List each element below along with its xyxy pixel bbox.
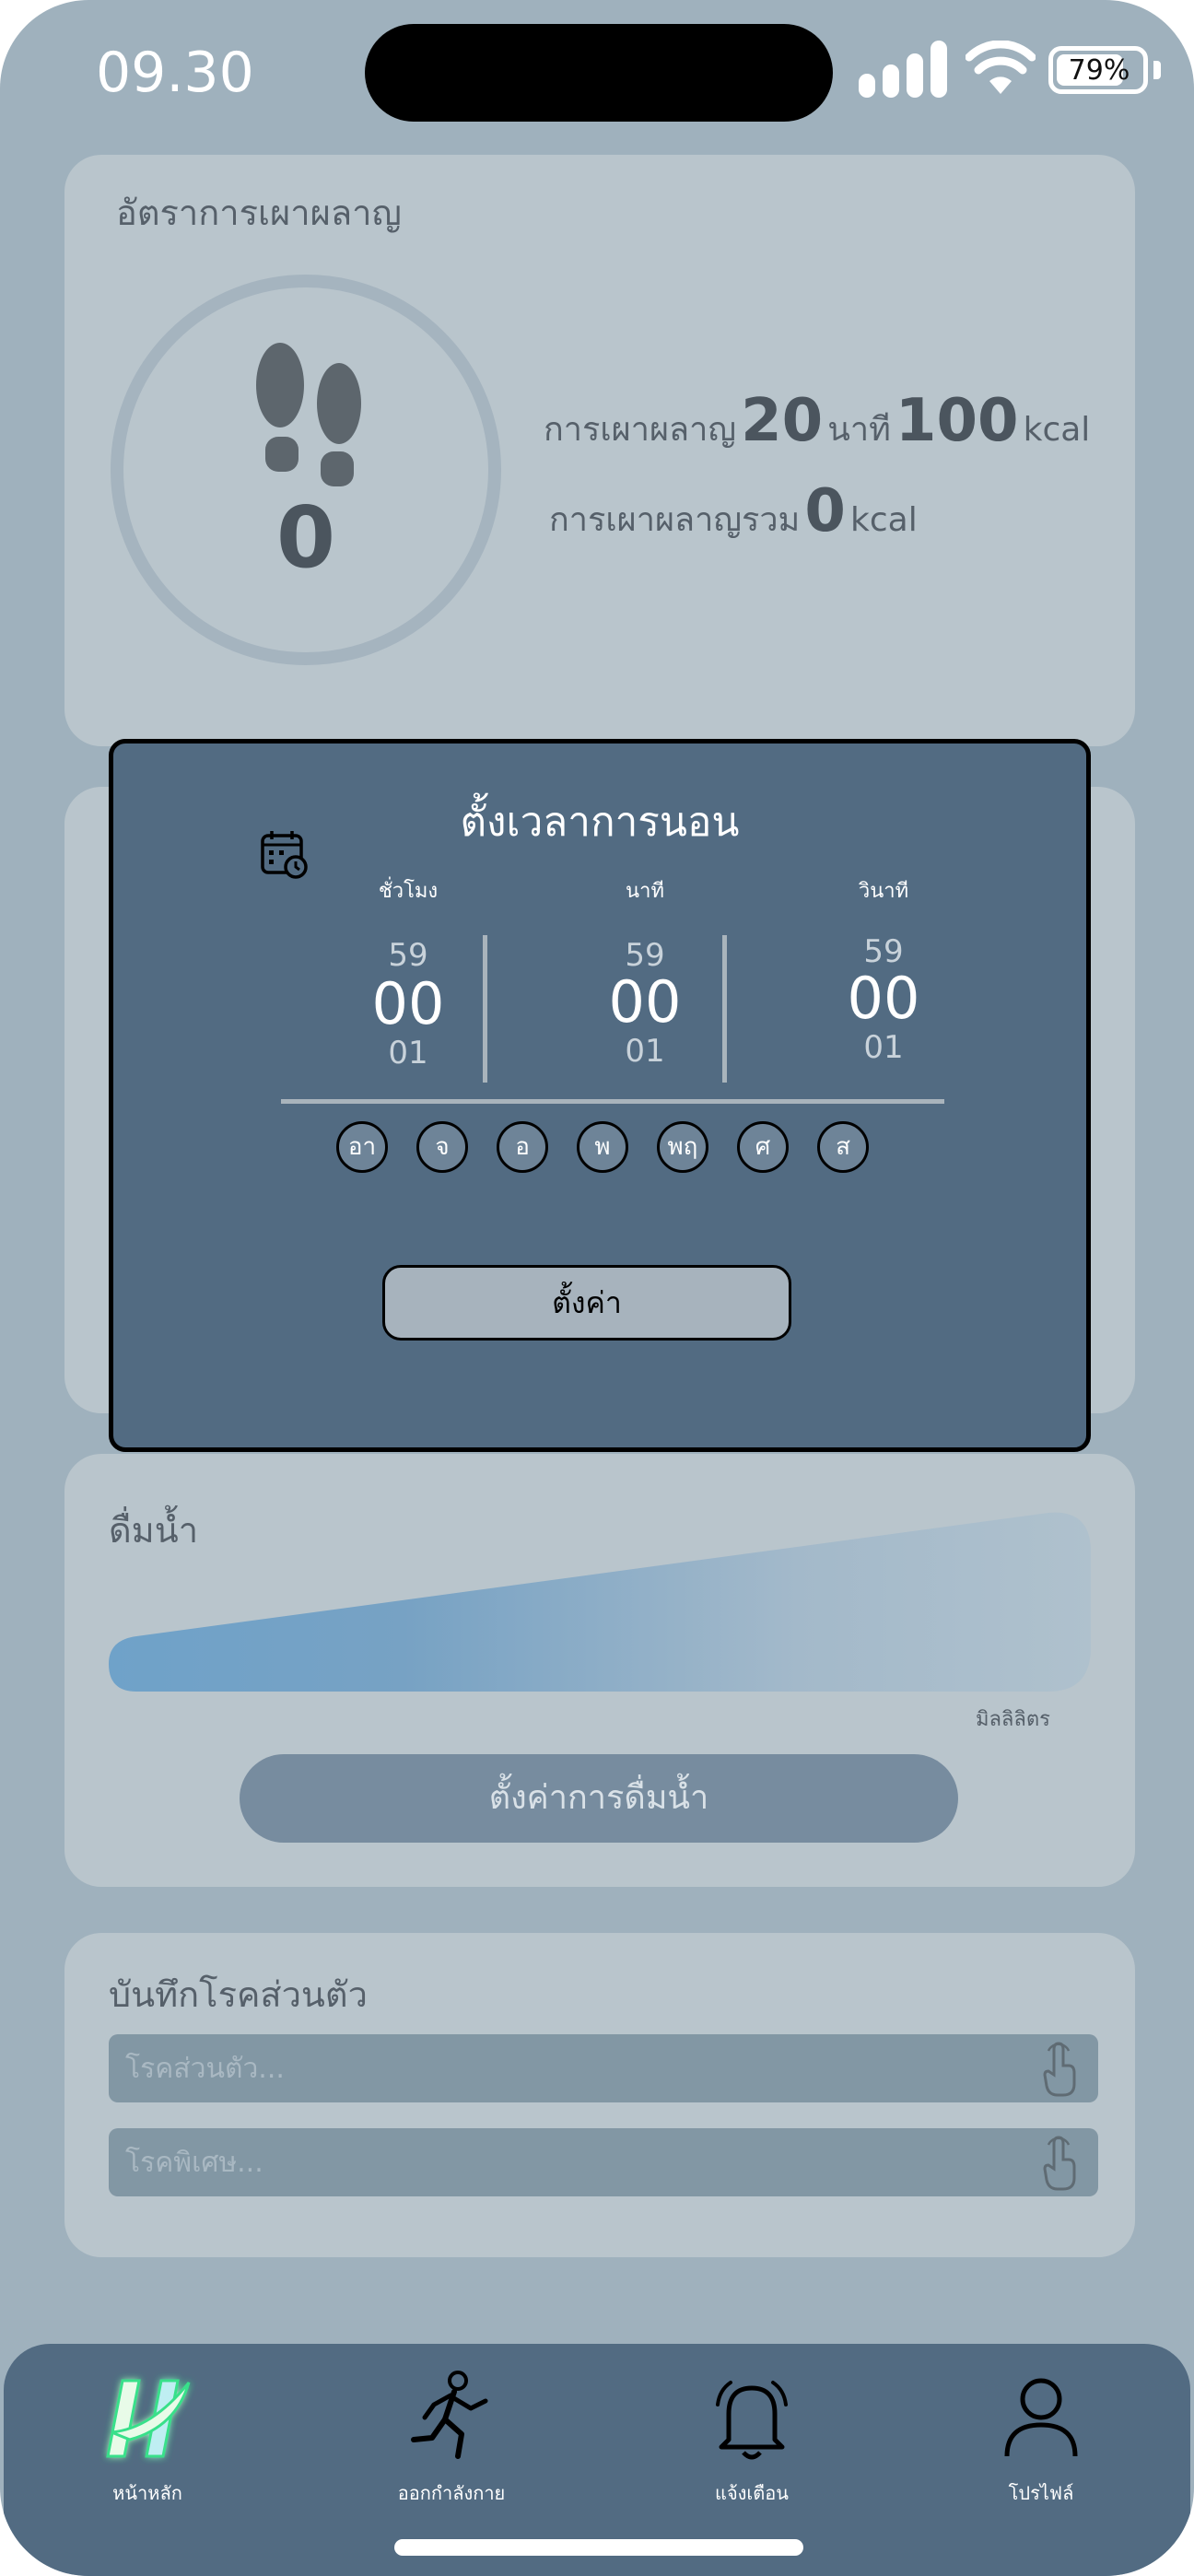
status-time: 09.30 — [96, 41, 254, 105]
running-icon — [411, 2371, 488, 2459]
seconds-value[interactable]: 00 — [810, 965, 957, 1032]
hours-label: ชั่วโมง — [378, 880, 439, 903]
burn-kcal: 100 — [895, 387, 1019, 455]
nav-profile-label: โปรไฟล์ — [1008, 2482, 1074, 2504]
water-progress-bar — [109, 1512, 1091, 1692]
minutes-value[interactable]: 00 — [571, 968, 719, 1036]
column-divider — [483, 935, 487, 1083]
nav-exercise-label: ออกกำลังกาย — [397, 2482, 506, 2504]
nav-profile[interactable]: โปรไฟล์ — [940, 2368, 1142, 2508]
burn-minutes: 20 — [741, 387, 824, 455]
steps-count: 0 — [275, 488, 335, 587]
tap-hand-icon[interactable] — [1041, 2136, 1078, 2191]
battery-percent: 79% — [1068, 54, 1130, 87]
set-sleep-button[interactable]: ตั้งค่า — [382, 1265, 791, 1341]
nav-home[interactable]: หน้าหลัก — [46, 2368, 249, 2508]
kcal-unit: kcal — [1023, 411, 1091, 449]
day-thu-toggle[interactable]: พฤ — [657, 1121, 708, 1173]
sleep-timer-modal: ตั้งเวลาการนอน ชั่วโมง 59 00 01 นาที 59 … — [109, 739, 1091, 1452]
home-indicator[interactable] — [394, 2539, 803, 2556]
day-wed-toggle[interactable]: พ — [577, 1121, 628, 1173]
wifi-icon — [966, 41, 1036, 94]
personal-disease-input[interactable] — [125, 2034, 1028, 2102]
home-logo-icon — [106, 2379, 191, 2458]
signal-icon — [859, 41, 951, 98]
dynamic-island — [365, 24, 833, 122]
minutes-label: นาที — [626, 880, 664, 903]
personal-disease-field[interactable] — [109, 2034, 1098, 2102]
minutes-unit: นาที — [827, 411, 891, 449]
water-unit: มิลลิลิตร — [975, 1708, 1050, 1731]
total-burn-kcal: 0 — [804, 477, 846, 545]
hours-next[interactable]: 01 — [334, 1035, 482, 1071]
day-sat-toggle[interactable]: ส — [817, 1121, 869, 1173]
calendar-clock-icon[interactable] — [259, 828, 310, 880]
nav-home-label: หน้าหลัก — [112, 2482, 182, 2504]
nav-exercise[interactable]: ออกกำลังกาย — [350, 2368, 553, 2508]
nav-notifications[interactable]: แจ้งเตือน — [650, 2368, 853, 2508]
battery-tip — [1153, 61, 1161, 79]
hours-value[interactable]: 00 — [334, 970, 482, 1037]
disease-title: บันทึกโรคส่วนตัว — [109, 1974, 368, 2015]
bell-icon — [716, 2381, 788, 2460]
total-burn-row: การเผาผลาญรวม 0 kcal — [549, 477, 918, 545]
burn-rate-title: อัตราการเผาผลาญ — [116, 193, 402, 233]
day-fri-toggle[interactable]: ศ — [737, 1121, 789, 1173]
special-disease-input[interactable] — [125, 2128, 1028, 2196]
footprints-icon — [256, 343, 361, 486]
picker-divider — [281, 1099, 944, 1104]
total-kcal-unit: kcal — [850, 501, 918, 539]
user-icon — [1004, 2378, 1078, 2457]
column-divider — [722, 935, 727, 1083]
phone-screen: 09.30 79% อัตราการเผาผลาญ 0 การเผาผลาญ 2… — [0, 0, 1194, 2576]
burn-row: การเผาผลาญ 20 นาที 100 kcal — [544, 387, 1090, 455]
day-mon-toggle[interactable]: จ — [416, 1121, 468, 1173]
seconds-next[interactable]: 01 — [810, 1029, 957, 1066]
total-burn-label: การเผาผลาญรวม — [549, 501, 801, 539]
day-tue-toggle[interactable]: อ — [497, 1121, 548, 1173]
hours-prev[interactable]: 59 — [334, 937, 482, 974]
tap-hand-icon[interactable] — [1041, 2042, 1078, 2097]
minutes-next[interactable]: 01 — [571, 1033, 719, 1070]
special-disease-field[interactable] — [109, 2128, 1098, 2196]
burn-label: การเผาผลาญ — [544, 411, 737, 449]
battery-icon: 79% — [1048, 46, 1148, 94]
set-water-button[interactable]: ตั้งค่าการดื่มน้ำ — [240, 1754, 958, 1843]
seconds-label: วินาที — [858, 880, 909, 903]
nav-notifications-label: แจ้งเตือน — [715, 2482, 789, 2504]
day-sun-toggle[interactable]: อา — [336, 1121, 388, 1173]
